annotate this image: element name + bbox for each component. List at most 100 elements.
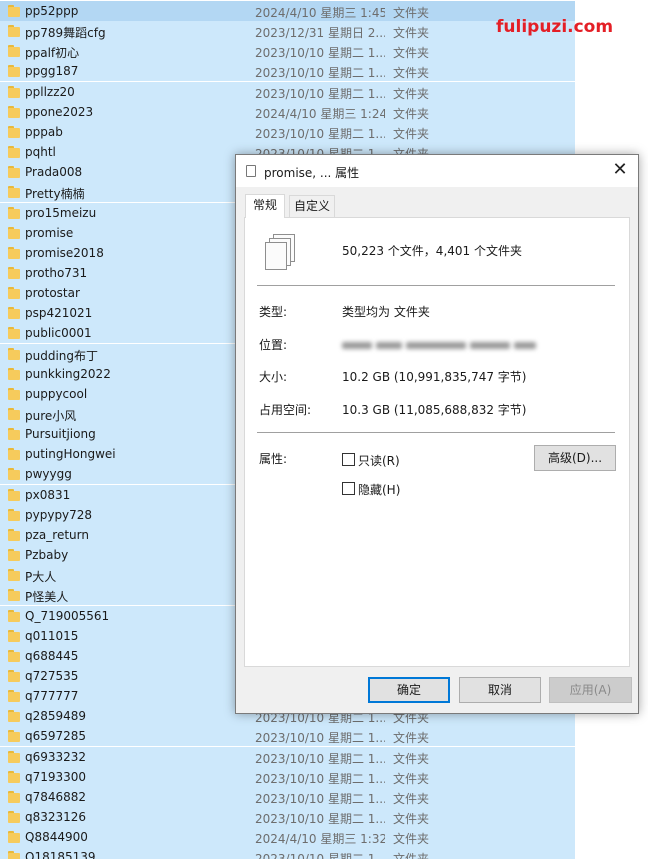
file-name: q7193300 [25,769,87,784]
location-value-redacted [342,339,537,353]
file-name: putingHongwei [25,447,116,462]
folder-icon [8,609,20,622]
file-row[interactable]: q7846882 2023/10/10 星期二 1... 文件夹 [0,786,575,807]
file-type: 文件夹 [393,751,430,766]
divider [257,285,615,286]
file-date: 2024/4/10 星期三 1:32 [255,832,385,847]
file-name: pppab [25,124,63,139]
folder-icon [8,770,20,783]
file-name: pure小风 [25,409,77,423]
file-type: 文件夹 [393,46,430,61]
file-row[interactable]: q6933232 2023/10/10 星期二 1... 文件夹 [0,746,575,767]
folder-icon [8,589,20,602]
file-name: q7846882 [25,789,87,804]
file-name: q777777 [25,689,79,704]
file-date: 2023/10/10 星期二 1... [255,850,385,859]
file-type: 文件夹 [393,812,430,826]
file-name: psp421021 [25,306,93,321]
apply-button[interactable]: 应用(A) [549,677,632,703]
folder-icon [8,408,20,420]
folder-icon [8,387,20,400]
folder-icon [8,186,20,199]
cancel-button[interactable]: 取消 [459,677,541,703]
file-name: q6597285 [25,729,87,744]
hidden-label[interactable]: 隐藏(H) [358,481,400,498]
file-date: 2023/10/10 星期二 1... [255,812,385,826]
folder-icon [8,549,20,562]
folder-icon [8,730,20,743]
close-icon[interactable]: ✕ [608,159,632,183]
file-name: P大人 [25,570,57,585]
folder-icon [8,166,20,179]
folder-icon [8,488,20,501]
file-name: punkking2022 [25,366,111,381]
file-row[interactable]: pp789舞蹈cfg 2023/12/31 星期日 2... 文件夹 [0,21,575,42]
hidden-checkbox[interactable] [342,482,355,495]
file-row[interactable]: Q18185139 2023/10/10 星期二 1... 文件夹 [0,847,575,859]
file-name: ppllzz20 [25,84,75,99]
file-row[interactable]: Q8844900 2024/4/10 星期三 1:32 文件夹 [0,827,575,848]
file-name: q8323126 [25,810,87,824]
general-panel: 50,223 个文件，4,401 个文件夹 类型: 类型均为 文件夹 位置: 大… [244,217,630,667]
folder-icon [8,65,20,78]
file-name: protho731 [25,265,88,280]
tab-custom[interactable]: 自定义 [289,195,335,217]
advanced-button[interactable]: 高级(D)... [534,445,616,471]
file-row[interactable]: q8323126 2023/10/10 星期二 1... 文件夹 [0,807,575,827]
file-type: 文件夹 [393,791,430,806]
folder-icon [8,307,20,320]
folder-icon [8,649,20,662]
file-row[interactable]: pppab 2023/10/10 星期二 1... 文件夹 [0,121,575,142]
file-row[interactable]: ppgg187 2023/10/10 星期二 1... 文件夹 [0,61,575,82]
file-row[interactable]: q7193300 2023/10/10 星期二 1... 文件夹 [0,766,575,787]
disk-size-value: 10.3 GB (11,085,688,832 字节) [342,403,527,417]
file-name: pza_return [25,527,89,542]
file-name: q2859489 [25,709,87,724]
readonly-checkbox[interactable] [342,453,355,466]
folder-icon [8,629,20,642]
folder-icon [8,45,20,58]
dialog-title: promise, ... 属性 [264,166,360,180]
file-name: puppycool [25,386,88,401]
file-date: 2023/12/31 星期日 2... [255,26,385,41]
file-name: ppgg187 [25,64,79,79]
folder-icon [8,851,20,859]
folder-icon [8,468,20,481]
folder-icon [8,25,20,38]
file-row[interactable]: pp52ppp 2024/4/10 星期三 1:45 文件夹 [0,1,575,21]
file-name: promise2018 [25,245,104,260]
file-date: 2023/10/10 星期二 1... [255,791,385,806]
file-name: protostar [25,286,80,301]
type-value: 类型均为 文件夹 [342,305,430,319]
tab-general[interactable]: 常规 [245,194,285,218]
file-name: Prada008 [25,165,83,180]
folder-icon [8,125,20,138]
folder-icon [8,508,20,521]
watermark: fulipuzi.com [496,17,614,37]
file-row[interactable]: ppllzz20 2023/10/10 星期二 1... 文件夹 [0,81,575,102]
folder-icon [8,287,20,300]
file-row[interactable]: ppone2023 2024/4/10 星期三 1:24 文件夹 [0,101,575,122]
file-name: q688445 [25,648,79,663]
file-date: 2023/10/10 星期二 1... [255,731,385,746]
ok-button[interactable]: 确定 [368,677,450,703]
file-type: 文件夹 [393,106,430,121]
folder-icon [8,710,20,723]
size-label: 大小: [259,370,288,384]
file-row[interactable]: ppalf初心 2023/10/10 星期二 1... 文件夹 [0,41,575,62]
folder-icon [8,811,20,823]
properties-icon [246,165,256,177]
size-value: 10.2 GB (10,991,835,747 字节) [342,370,527,384]
file-name: px0831 [25,487,71,502]
dialog-titlebar[interactable]: promise, ... 属性 ✕ [236,155,638,187]
file-type: 文件夹 [393,26,430,41]
file-row[interactable]: q6597285 2023/10/10 星期二 1... 文件夹 [0,726,575,747]
file-name: promise [25,225,74,240]
file-type: 文件夹 [393,850,473,859]
file-name: Pretty楠楠 [25,187,85,202]
file-name: pp789舞蹈cfg [25,26,106,41]
folder-icon [8,105,20,118]
readonly-label[interactable]: 只读(R) [358,452,400,469]
folder-icon [8,528,20,541]
file-date: 2024/4/10 星期三 1:45 [255,6,385,20]
